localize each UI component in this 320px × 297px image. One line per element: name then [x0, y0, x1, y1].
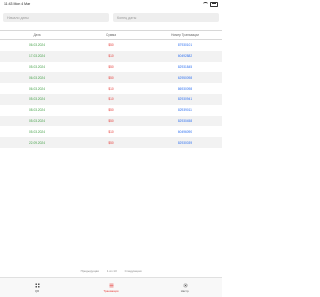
tab-label: Транзакции: [103, 288, 119, 293]
cell-amount: $50: [108, 140, 114, 145]
tab-label: QR: [34, 288, 40, 293]
header-transaction-number: Номер Транзакции: [171, 33, 199, 37]
next-page-button[interactable]: Следующая: [125, 269, 142, 273]
cell-transaction-number: 87930101: [177, 43, 193, 48]
cell-amount: $50: [108, 118, 114, 123]
cell-amount: $10: [108, 129, 114, 134]
cell-date: 05.03.2024: [29, 129, 45, 134]
table-row[interactable]: 05.03.2024 $10 60496090: [0, 126, 222, 137]
tab-settings[interactable]: Настр.: [148, 278, 222, 297]
gear-icon: [183, 283, 187, 287]
cell-amount: $50: [108, 43, 114, 48]
cell-transaction-number: 82930941: [177, 97, 193, 102]
battery-icon: [210, 1, 218, 7]
cell-date: 22.09.2024: [29, 140, 45, 145]
cell-date: 06.03.2024: [29, 75, 45, 80]
cell-transaction-number: 82939011: [178, 108, 192, 113]
cell-amount: $10: [108, 86, 114, 91]
cell-date: 05.03.2024: [29, 64, 45, 69]
cell-amount: $50: [108, 64, 114, 69]
grid-icon: [35, 283, 39, 287]
table-row[interactable]: 05.03.2024 $50 82930458: [0, 115, 222, 127]
table-row[interactable]: 06.03.2024 $50 62950098: [0, 72, 222, 84]
tab-label: Настр.: [180, 288, 190, 293]
table-row[interactable]: 05.03.2024 $50 82931845: [0, 62, 222, 73]
cell-date: 08.03.2024: [29, 108, 45, 113]
table-row[interactable]: 17.03.2024 $10 60492882: [0, 50, 222, 62]
table-row[interactable]: 06.03.2024 $10 86930098: [0, 83, 222, 94]
start-date-input[interactable]: [3, 13, 109, 22]
cell-date: 17.03.2024: [29, 54, 45, 59]
tab-transactions[interactable]: Транзакции: [74, 278, 148, 297]
header-date: Дата: [33, 33, 41, 37]
end-date-input[interactable]: [113, 13, 219, 22]
table-row[interactable]: 05.03.2024 $10 82930941: [0, 93, 222, 105]
tab-bar: QR Транзакции Настр.: [0, 277, 222, 297]
cell-amount: $10: [108, 97, 114, 102]
cell-transaction-number: 60492882: [177, 54, 193, 59]
cell-date: 06.03.2024: [29, 86, 45, 91]
wifi-icon: [203, 2, 208, 6]
cell-amount: $10: [108, 54, 114, 59]
cell-transaction-number: 60496090: [177, 129, 193, 134]
prev-page-button[interactable]: Предыдущая: [81, 269, 99, 273]
table-row[interactable]: 06.03.2024 $50 87930101: [0, 40, 222, 51]
cell-date: 05.03.2024: [29, 118, 45, 123]
cell-transaction-number: 82930039: [177, 140, 193, 145]
cell-date: 05.03.2024: [29, 97, 45, 102]
cell-amount: $50: [108, 75, 114, 80]
table-row[interactable]: 22.09.2024 $50 82930039: [0, 137, 222, 148]
list-icon: [109, 283, 113, 287]
cell-date: 06.03.2024: [29, 43, 45, 48]
cell-transaction-number: 62950098: [177, 75, 193, 80]
table-row[interactable]: 08.03.2024 $50 82939011: [0, 105, 222, 116]
table-header: Дата Сумма Номер Транзакции: [0, 30, 222, 40]
cell-transaction-number: 82931845: [177, 64, 193, 69]
status-bar: 11:43 Mon 4 Mar: [0, 0, 222, 8]
pagination: Предыдущая 1 из 13 Следующая: [0, 268, 222, 274]
cell-transaction-number: 82930458: [177, 118, 193, 123]
status-time: 11:43 Mon 4 Mar: [4, 2, 31, 6]
tab-qr[interactable]: QR: [0, 278, 74, 297]
transactions-table: Дата Сумма Номер Транзакции 06.03.2024 $…: [0, 30, 222, 148]
page-indicator: 1 из 13: [106, 269, 117, 273]
cell-transaction-number: 86930098: [177, 86, 193, 91]
header-amount: Сумма: [105, 33, 116, 37]
cell-amount: $50: [108, 108, 114, 113]
status-icons: [203, 1, 218, 7]
